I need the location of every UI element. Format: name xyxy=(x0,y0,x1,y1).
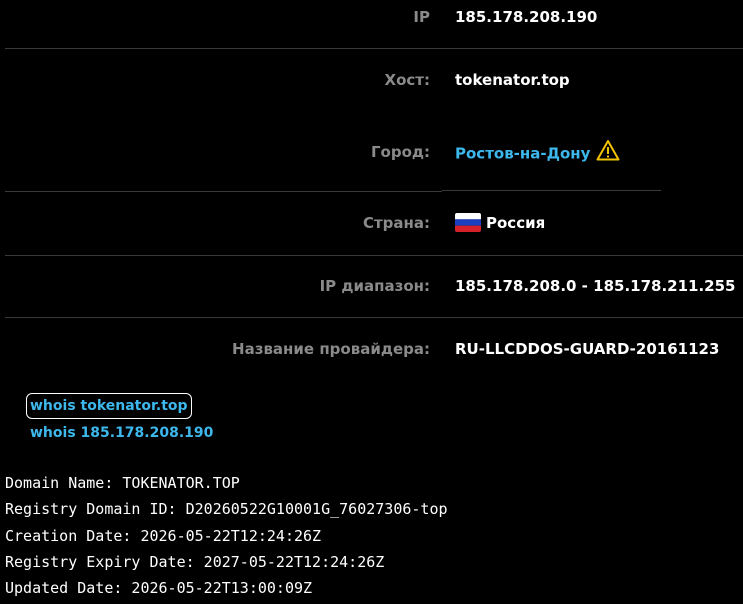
ip-range-label: IP диапазон: xyxy=(319,277,430,295)
country-value-cell: Россия xyxy=(455,212,546,233)
ip-range-row: IP диапазон: 185.178.208.0 - 185.178.211… xyxy=(0,276,743,296)
divider xyxy=(442,190,661,191)
country-value: Россия xyxy=(486,214,546,232)
whois-line: Creation Date: 2026-05-22T12:24:26Z xyxy=(5,526,322,545)
ip-label: IP xyxy=(413,8,430,26)
host-value: tokenator.top xyxy=(455,71,570,89)
divider xyxy=(5,255,743,256)
whois-output: Domain Name: TOKENATOR.TOP Registry Domai… xyxy=(5,470,448,601)
divider xyxy=(5,48,743,49)
whois-line: Registry Domain ID: D20260522G10001G_760… xyxy=(5,500,448,519)
whois-line: Updated Date: 2026-05-22T13:00:09Z xyxy=(5,579,313,597)
divider xyxy=(5,191,442,192)
country-row: Страна: Россия xyxy=(0,212,743,233)
city-row: Город: Ростов-на-Дону xyxy=(0,140,743,163)
warning-icon[interactable] xyxy=(596,139,620,166)
whois-ip-link[interactable]: whois 185.178.208.190 xyxy=(30,424,213,442)
whois-line: Domain Name: TOKENATOR.TOP xyxy=(5,474,240,492)
provider-value: RU-LLCDDOS-GUARD-20161123 xyxy=(455,340,720,358)
ip-value: 185.178.208.190 xyxy=(455,8,598,26)
city-value-cell: Ростов-на-Дону xyxy=(455,139,620,166)
whois-line: Registry Expiry Date: 2027-05-22T12:24:2… xyxy=(5,552,385,571)
provider-label: Название провайдера: xyxy=(232,340,430,358)
divider xyxy=(5,317,743,318)
provider-row: Название провайдера: RU-LLCDDOS-GUARD-20… xyxy=(0,339,743,359)
country-label: Страна: xyxy=(362,214,430,232)
host-row: Хост: tokenator.top xyxy=(0,70,743,90)
ip-row: IP 185.178.208.190 xyxy=(0,7,743,27)
ip-range-value: 185.178.208.0 - 185.178.211.255 xyxy=(455,277,736,295)
city-link[interactable]: Ростов-на-Дону xyxy=(455,145,590,163)
whois-domain-link[interactable]: whois tokenator.top xyxy=(26,393,192,419)
russia-flag-icon xyxy=(455,212,481,232)
host-label: Хост: xyxy=(384,71,430,89)
city-label: Город: xyxy=(370,143,430,161)
